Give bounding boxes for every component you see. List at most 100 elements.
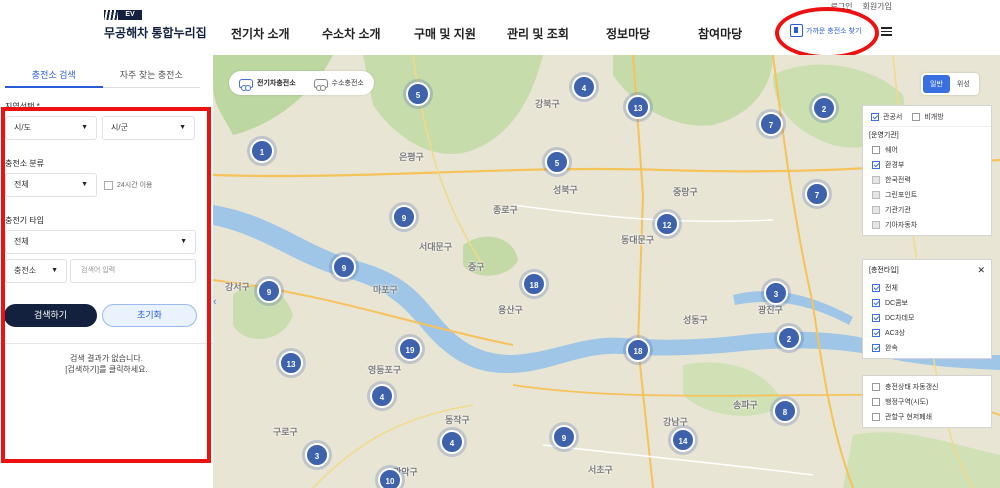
district-label: 송파구 xyxy=(733,400,758,410)
cluster-marker[interactable]: 13 xyxy=(279,351,303,375)
cluster-marker[interactable]: 8 xyxy=(773,399,797,423)
cluster-marker[interactable]: 13 xyxy=(626,95,650,119)
map-option-item[interactable]: 충전상태 자동갱신 xyxy=(863,379,991,394)
checkbox-icon xyxy=(872,283,880,292)
map-option-item[interactable]: 관할구 현저폐쇄 xyxy=(863,409,991,424)
charger-type-select[interactable]: 전체 ▼ xyxy=(5,230,196,254)
h2-charger-label: 수소충전소 xyxy=(331,80,364,87)
station-type-select[interactable]: 전체 ▼ xyxy=(5,173,97,197)
operator-item[interactable]: 그린포인트 xyxy=(863,187,991,202)
map-option-item[interactable]: 행정구역(시도) xyxy=(863,394,991,409)
logo-tag: EV xyxy=(118,10,142,20)
checkbox-box xyxy=(104,180,113,190)
checkbox-icon xyxy=(872,160,880,169)
ev-charger-tab[interactable]: 전기차충전소 xyxy=(239,78,296,91)
h2-charger-tab[interactable]: 수소충전소 xyxy=(313,78,364,91)
search-field-select[interactable]: 충전소 ▼ xyxy=(5,259,67,283)
nav-purchase-support[interactable]: 구매 및 지원 xyxy=(414,25,476,42)
cluster-marker[interactable]: 3 xyxy=(764,281,788,305)
operator-item-label: 기관기관 xyxy=(885,206,911,214)
district-label: 강북구 xyxy=(535,99,560,109)
tab-favorite-stations[interactable]: 자주 찾는 충전소 xyxy=(102,67,200,88)
operator-item[interactable]: 쉐어 xyxy=(863,142,991,157)
operator-filter-title: [운영기관] xyxy=(869,131,899,139)
option-label: 비개방 xyxy=(924,114,944,121)
cluster-marker[interactable]: 9 xyxy=(257,279,281,303)
cluster-marker[interactable]: 2 xyxy=(812,96,836,120)
close-icon[interactable]: ✕ xyxy=(977,265,985,276)
cluster-marker[interactable]: 14 xyxy=(671,428,695,452)
district-label: 은평구 xyxy=(399,152,424,162)
charge-type-item[interactable]: 완속 xyxy=(863,340,991,355)
district-label: 서초구 xyxy=(588,465,613,475)
cluster-marker[interactable]: 18 xyxy=(522,272,546,296)
operator-item-label: 쉐어 xyxy=(885,146,898,154)
map-view[interactable]: ‹ 전기차충전소 수소충전소 일반 위성 강북구 성북구 중랑구 은평구 동대문… xyxy=(213,55,1000,488)
cluster-marker[interactable]: 12 xyxy=(655,212,679,236)
map-option-label: 행정구역(시도) xyxy=(885,398,929,406)
charge-type-item[interactable]: DC차데모 xyxy=(863,310,991,325)
cluster-marker[interactable]: 4 xyxy=(370,384,394,408)
operator-item-label: 그린포인트 xyxy=(885,191,918,199)
cluster-marker[interactable]: 4 xyxy=(572,75,596,99)
operator-item[interactable]: 한국전력 xyxy=(863,172,991,187)
cluster-marker[interactable]: 19 xyxy=(398,337,422,361)
sido-select[interactable]: 시/도 ▼ xyxy=(5,116,97,140)
cluster-marker[interactable]: 3 xyxy=(305,443,329,467)
nav-ev-intro[interactable]: 전기차 소개 xyxy=(231,25,290,42)
mode-normal-button[interactable]: 일반 xyxy=(923,75,950,93)
charge-type-filter-header: [충전타입] ✕ xyxy=(863,260,991,280)
cluster-marker[interactable]: 9 xyxy=(552,425,576,449)
charge-type-item[interactable]: 전체 xyxy=(863,280,991,295)
chevron-down-icon: ▼ xyxy=(81,124,88,131)
charge-type-item[interactable]: DC콤보 xyxy=(863,295,991,310)
operator-item[interactable]: 환경부 xyxy=(863,157,991,172)
cluster-marker[interactable]: 5 xyxy=(545,150,569,174)
panel-collapse-arrow[interactable]: ‹ xyxy=(213,292,223,312)
cluster-marker[interactable]: 2 xyxy=(777,326,801,350)
chevron-down-icon: ▼ xyxy=(81,181,88,188)
charge-type-item[interactable]: AC3상 xyxy=(863,325,991,340)
public-office-option[interactable]: 관공서 xyxy=(871,112,902,122)
mode-satellite-button[interactable]: 위성 xyxy=(950,75,977,93)
map-option-label: 관할구 현저폐쇄 xyxy=(885,413,933,421)
district-label: 영등포구 xyxy=(368,365,402,375)
cluster-marker[interactable]: 9 xyxy=(392,205,416,229)
search-input[interactable]: 검색어 입력 xyxy=(70,259,196,283)
nav-info[interactable]: 정보마당 xyxy=(606,25,650,42)
sigungu-select[interactable]: 시/군 ▼ xyxy=(102,116,195,140)
map-option-panel: 충전상태 자동갱신 행정구역(시도) 관할구 현저폐쇄 xyxy=(862,375,992,428)
nav-h2-intro[interactable]: 수소차 소개 xyxy=(322,25,381,42)
search-panel: 충전소 검색 자주 찾는 충전소 지역선택 * 시/도 ▼ 시/군 ▼ 충전소 … xyxy=(0,55,213,488)
cluster-marker[interactable]: 1 xyxy=(250,139,274,163)
cluster-marker[interactable]: 18 xyxy=(626,338,650,362)
cluster-marker[interactable]: 7 xyxy=(759,112,783,136)
checkbox-icon xyxy=(872,145,880,154)
ev-logo-mark: EV xyxy=(104,10,142,20)
district-label: 동작구 xyxy=(445,415,470,425)
operator-item[interactable]: 기아자동차 xyxy=(863,217,991,232)
operator-item-label: 한국전력 xyxy=(885,176,911,184)
nav-participate[interactable]: 참여마당 xyxy=(698,25,742,42)
reset-button[interactable]: 초기화 xyxy=(102,304,197,327)
charger-type-value: 전체 xyxy=(14,237,29,246)
open24-checkbox[interactable]: 24시간 이용 xyxy=(104,180,153,190)
nav-manage-lookup[interactable]: 관리 및 조회 xyxy=(507,25,569,42)
operator-item[interactable]: 기관기관 xyxy=(863,202,991,217)
search-button[interactable]: 검색하기 xyxy=(4,304,97,327)
tab-station-search[interactable]: 충전소 검색 xyxy=(5,67,103,88)
cluster-marker[interactable]: 4 xyxy=(440,430,464,454)
cluster-marker[interactable]: 10 xyxy=(378,468,402,488)
operator-filter-header: [운영기관] xyxy=(863,126,991,142)
h2-car-icon xyxy=(313,78,328,91)
search-field-value: 충전소 xyxy=(14,266,37,275)
menu-icon[interactable] xyxy=(881,27,892,36)
cluster-marker[interactable]: 7 xyxy=(805,182,829,206)
map-mode-toggle: 일반 위성 xyxy=(921,73,979,95)
signup-link[interactable]: 회원가입 xyxy=(863,1,892,12)
cluster-marker[interactable]: 9 xyxy=(332,255,356,279)
checkbox-icon xyxy=(872,175,880,184)
cluster-marker[interactable]: 5 xyxy=(406,82,430,106)
non-public-option[interactable]: 비개방 xyxy=(912,112,944,122)
sido-value: 시/도 xyxy=(14,123,31,132)
